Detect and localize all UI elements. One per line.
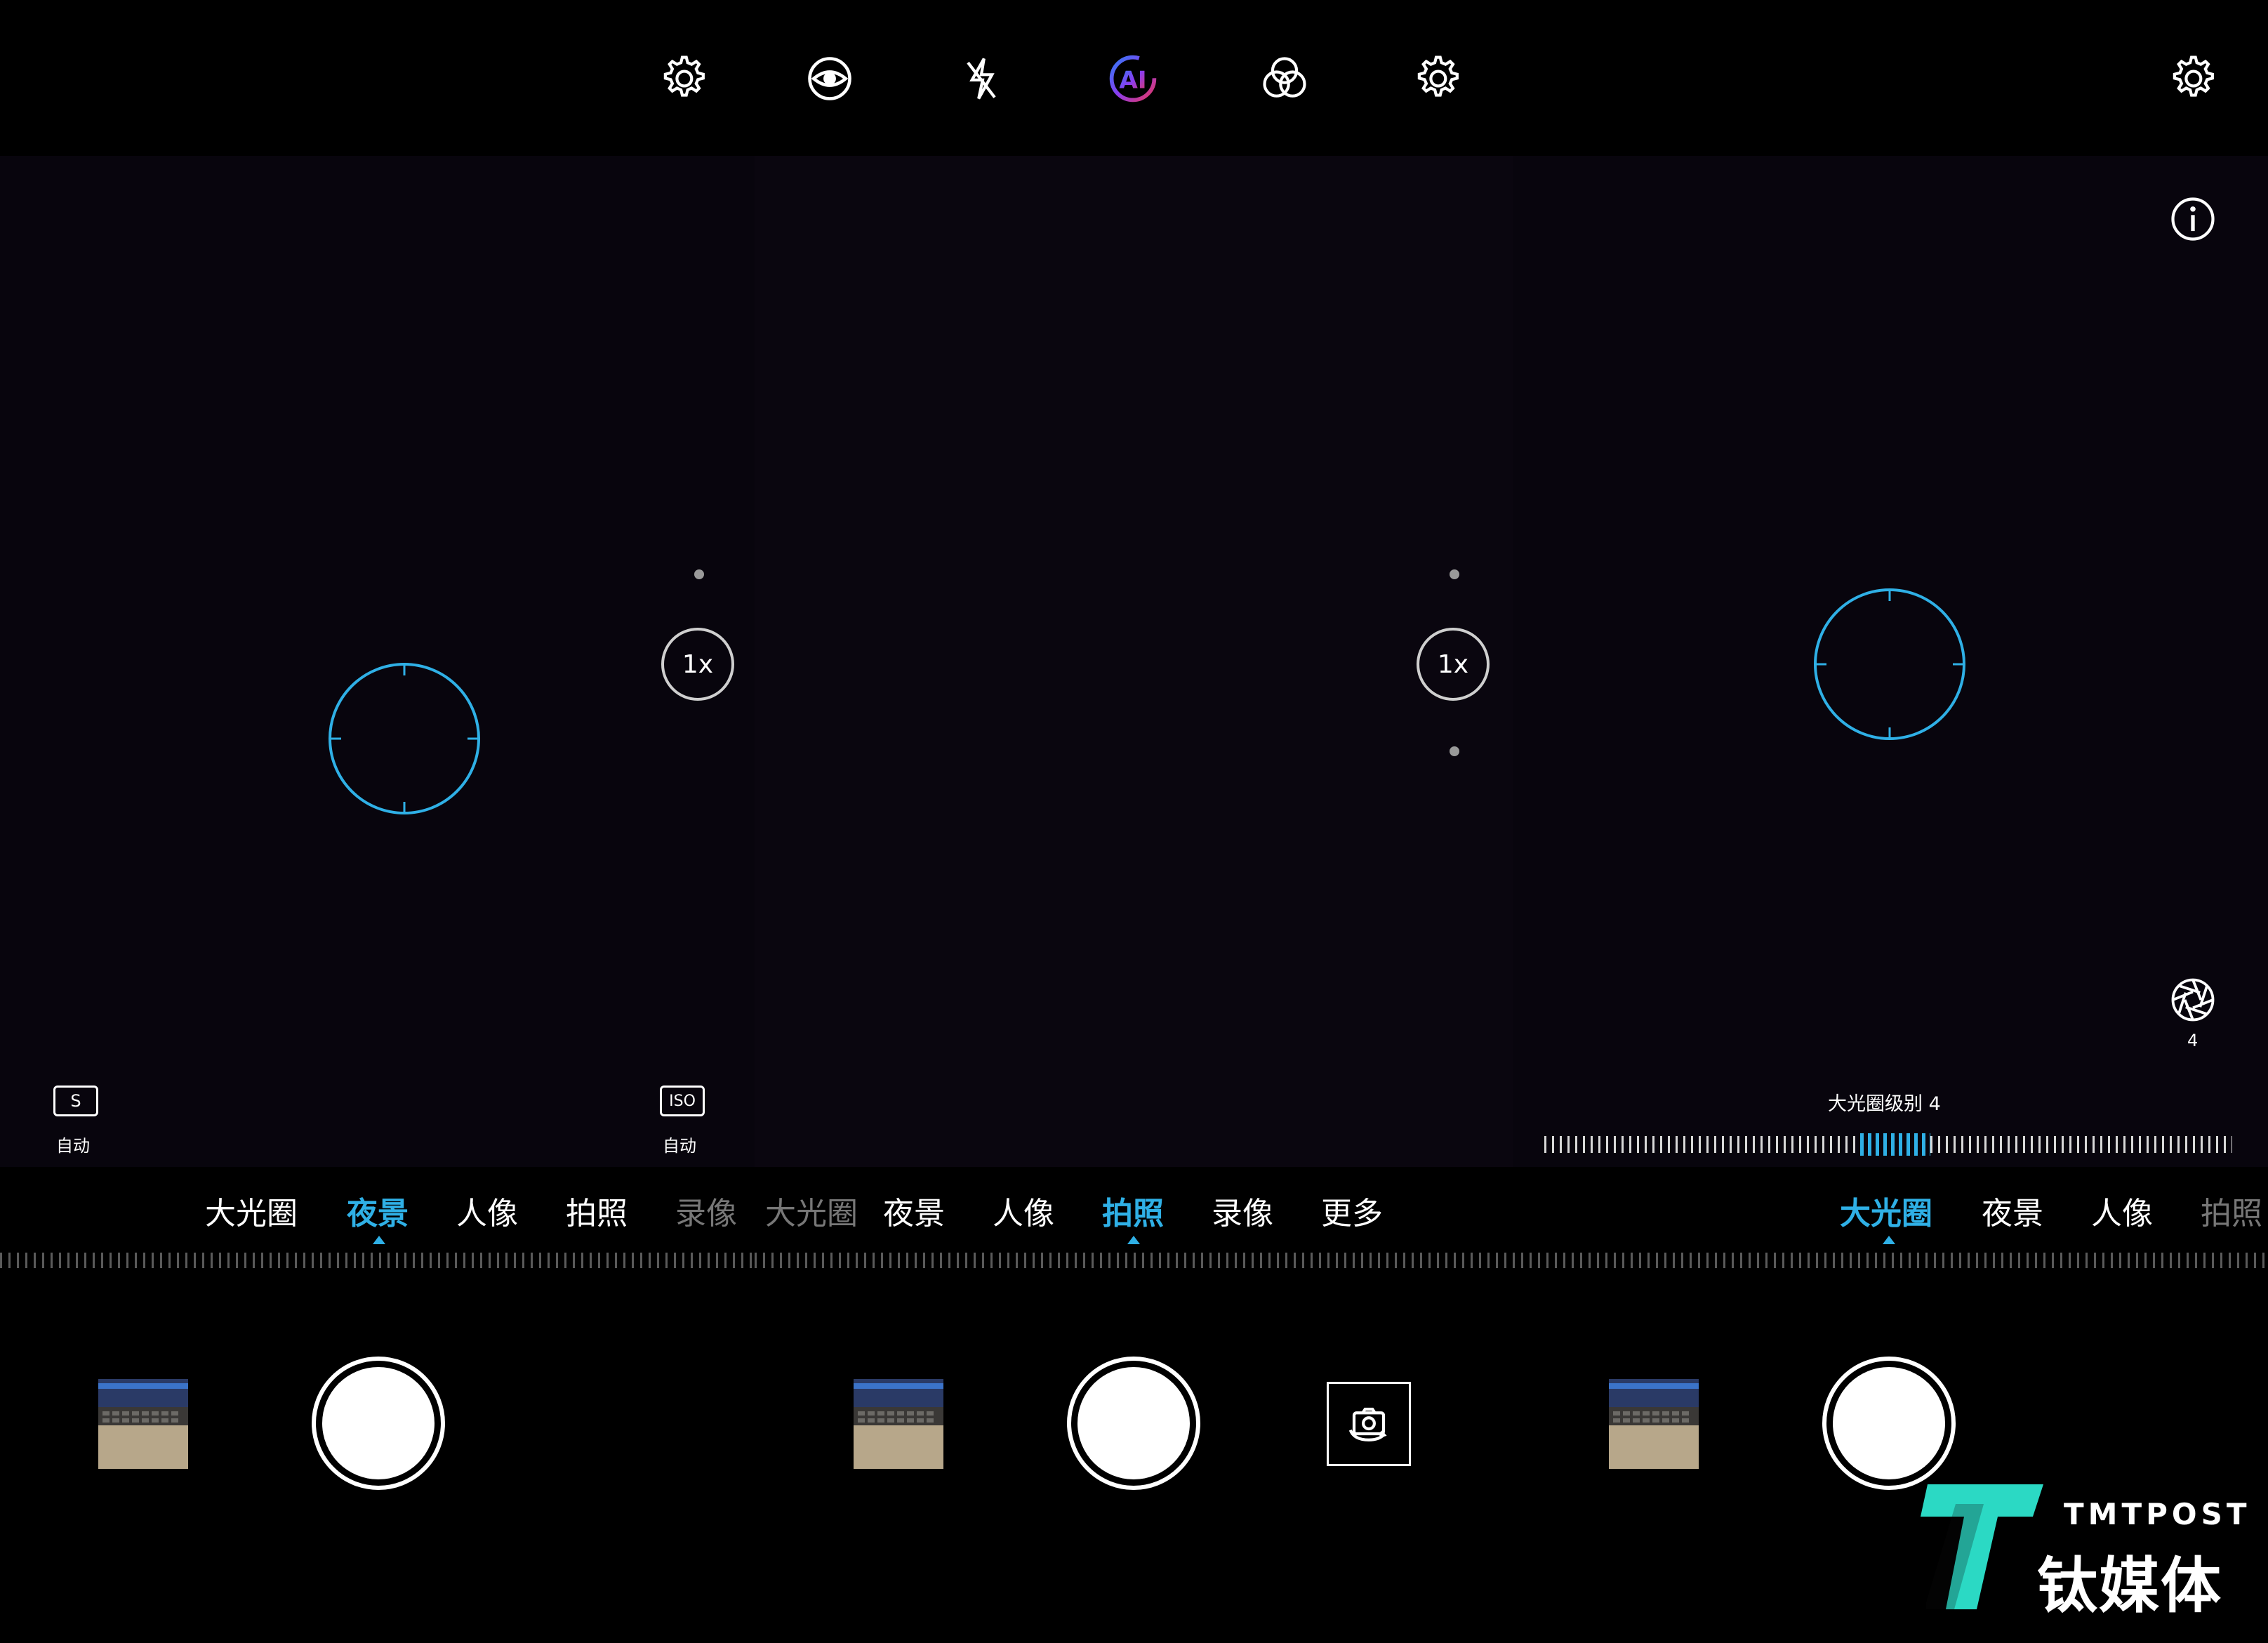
info-icon[interactable] [2165, 191, 2221, 247]
mode-scroll-ticks [0, 1253, 755, 1268]
mode-item[interactable]: 更多 [1321, 1188, 1383, 1230]
mode-item-active[interactable]: 大光圈 [1840, 1188, 1932, 1230]
zoom-dot [1450, 746, 1459, 756]
settings-icon[interactable] [1408, 51, 1464, 107]
mode-selector-night: 大光圈 夜景 人像 拍照 录像 [0, 1188, 755, 1233]
mode-selector-photo: 大光圈 夜景 人像 拍照 录像 更多 [755, 1188, 1513, 1230]
watermark-brand-en: TMTPOST [2064, 1497, 2251, 1531]
mode-item[interactable]: 大光圈 [205, 1188, 298, 1233]
settings-icon[interactable] [654, 51, 710, 107]
ai-icon[interactable]: AI [1105, 51, 1161, 107]
shutter-button[interactable] [312, 1357, 445, 1490]
svg-text:AI: AI [1119, 66, 1146, 94]
mode-indicator-caret [1883, 1236, 1895, 1244]
mode-item[interactable]: 拍照 [2201, 1188, 2262, 1230]
watermark-brand-cn: 钛媒体 [2037, 1551, 2222, 1621]
zoom-dot [694, 569, 704, 579]
mode-item[interactable]: 人像 [456, 1188, 518, 1233]
mode-item[interactable]: 人像 [993, 1188, 1054, 1230]
tmtpost-logo-mark [1921, 1484, 2043, 1609]
mode-indicator-caret [1127, 1236, 1140, 1244]
mode-item[interactable]: 拍照 [566, 1188, 628, 1233]
shutter-button-inner [1077, 1367, 1190, 1479]
mode-item[interactable]: 大光圈 [765, 1188, 858, 1230]
shutter-param-value: 自动 [56, 1136, 90, 1156]
shutter-button-inner [322, 1367, 435, 1479]
shutter-button[interactable] [1822, 1357, 1956, 1490]
mode-item[interactable]: 人像 [2091, 1188, 2153, 1230]
filter-icon[interactable] [1256, 51, 1313, 107]
gallery-thumbnail[interactable] [854, 1379, 943, 1469]
shutter-button-inner [1833, 1367, 1945, 1479]
viewfinder-photo[interactable] [755, 156, 1513, 1167]
mode-item[interactable]: 录像 [675, 1188, 737, 1233]
focus-ring [1814, 588, 1965, 740]
zoom-dot [1450, 569, 1459, 579]
focus-ring [329, 663, 480, 814]
settings-icon[interactable] [2163, 51, 2220, 107]
aperture-eye-icon[interactable] [802, 51, 858, 107]
aperture-icon[interactable] [2165, 972, 2221, 1028]
aperture-slider-thumb[interactable] [1860, 1133, 1930, 1156]
shutter-param-box[interactable]: S [53, 1086, 98, 1116]
zoom-button[interactable]: 1x [661, 628, 734, 701]
mode-item[interactable]: 录像 [1212, 1188, 1273, 1230]
mode-selector-aperture: 大光圈 夜景 人像 拍照 [1513, 1188, 2268, 1230]
gallery-thumbnail[interactable] [1609, 1379, 1699, 1469]
mode-item[interactable]: 夜景 [883, 1188, 945, 1230]
mode-item[interactable]: 夜景 [1982, 1188, 2043, 1230]
iso-param-box[interactable]: ISO [660, 1086, 705, 1116]
mode-item-active[interactable]: 拍照 [1102, 1188, 1164, 1230]
iso-param-value: 自动 [663, 1136, 696, 1156]
mode-indicator-caret [373, 1236, 385, 1244]
mode-item-active[interactable]: 夜景 [347, 1188, 409, 1233]
aperture-level-label: 大光圈级别 4 [1828, 1093, 1941, 1115]
gallery-thumbnail[interactable] [98, 1379, 188, 1469]
shutter-button[interactable] [1067, 1357, 1200, 1490]
zoom-button[interactable]: 1x [1417, 628, 1490, 701]
aperture-value: 4 [2187, 1031, 2199, 1050]
mode-scroll-ticks [1513, 1253, 2268, 1268]
flash-off-icon[interactable] [953, 51, 1009, 107]
mode-scroll-ticks [755, 1253, 1513, 1268]
switch-camera-icon[interactable] [1327, 1382, 1411, 1466]
